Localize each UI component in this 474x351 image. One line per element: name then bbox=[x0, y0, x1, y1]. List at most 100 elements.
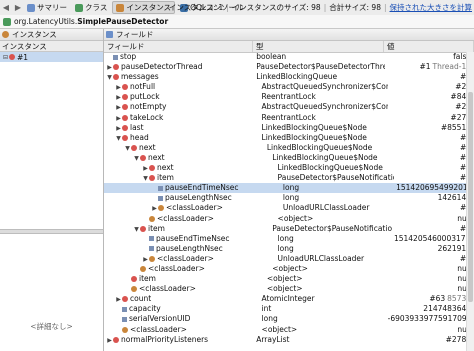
field-row[interactable]: ▶ takeLock ReentrantLock #274 bbox=[104, 113, 474, 123]
instance-size: インスタンスのサイズ: 98 bbox=[231, 3, 321, 12]
classloader-icon bbox=[158, 205, 164, 212]
object-field-icon bbox=[122, 114, 128, 121]
expand-icon[interactable]: ▶ bbox=[115, 83, 122, 92]
tab-instances[interactable]: インスタンス bbox=[112, 1, 176, 14]
field-type: LinkedBlockingQueue$Node bbox=[272, 152, 378, 162]
field-row[interactable]: ▶ last LinkedBlockingQueue$Node #85515 bbox=[104, 123, 474, 133]
field-name-cell: item bbox=[104, 274, 264, 284]
field-row[interactable]: ▶ notFull AbstractQueuedSynchronizer$Condi… bbox=[104, 82, 474, 92]
primitive-field-icon bbox=[113, 54, 118, 60]
field-type: long bbox=[261, 314, 278, 324]
field-name-cell: serialVersionUID bbox=[104, 314, 259, 324]
field-type: long bbox=[277, 233, 294, 243]
field-name: <classLoader> bbox=[157, 213, 214, 223]
tab-class[interactable]: クラス bbox=[72, 1, 110, 14]
field-row[interactable]: ▼ next LinkedBlockingQueue$Node #5 bbox=[104, 143, 474, 153]
field-row[interactable]: capacity int 2147483647 bbox=[104, 304, 474, 314]
expand-icon[interactable]: ▶ bbox=[151, 204, 158, 213]
scrollbar-thumb[interactable] bbox=[468, 92, 473, 302]
field-row[interactable]: ▼ messages LinkedBlockingQueue #6 bbox=[104, 72, 474, 82]
collapse-icon[interactable]: ▼ bbox=[133, 225, 140, 234]
back-button[interactable]: ◀ bbox=[0, 2, 12, 13]
field-row[interactable]: ▶ putLock ReentrantLock #842 bbox=[104, 92, 474, 102]
value-column-header[interactable]: 値 bbox=[384, 41, 474, 52]
field-row[interactable]: pauseEndTimeNsec long 15142069549920191 bbox=[104, 183, 474, 194]
field-name: pauseDetectorThread bbox=[121, 62, 203, 72]
field-name-cell: ▶ <classLoader> bbox=[104, 203, 280, 213]
field-row[interactable]: item <object> null bbox=[104, 274, 474, 284]
field-value-cell: 15142054600031701 bbox=[394, 234, 474, 244]
expand-icon[interactable]: ▶ bbox=[115, 124, 122, 133]
field-row[interactable]: <classLoader> <object> null bbox=[104, 325, 474, 335]
field-name: messages bbox=[121, 72, 159, 82]
field-column-header[interactable]: フィールド bbox=[104, 41, 253, 52]
collapse-icon[interactable]: ▼ bbox=[106, 73, 113, 82]
field-type: LinkedBlockingQueue$Node bbox=[266, 142, 373, 152]
instances-panel-title: インスタンス bbox=[12, 30, 57, 39]
object-field-icon bbox=[131, 276, 137, 283]
field-row[interactable]: ▶ notEmpty AbstractQueuedSynchronizer$Cond… bbox=[104, 102, 474, 112]
field-row[interactable]: stop boolean false bbox=[104, 52, 474, 62]
compute-retained-size-link[interactable]: 保持された大きさを計算 bbox=[390, 2, 473, 13]
expand-icon[interactable]: ▶ bbox=[115, 93, 122, 102]
instance-row[interactable]: ⊟ #1 bbox=[0, 52, 103, 62]
instances-column-header[interactable]: インスタンス bbox=[0, 41, 103, 52]
collapse-icon[interactable]: ▼ bbox=[133, 154, 140, 163]
expand-icon[interactable]: ▶ bbox=[142, 255, 149, 264]
field-row[interactable]: ▼ head LinkedBlockingQueue$Node #2 bbox=[104, 133, 474, 143]
object-field-icon bbox=[149, 165, 155, 172]
field-row[interactable]: pauseLengthNsec long 2621912 bbox=[104, 244, 474, 254]
field-name-cell: ▶ next bbox=[104, 163, 275, 173]
expand-icon[interactable]: ▶ bbox=[115, 103, 122, 112]
field-value: 2147483647 bbox=[423, 304, 472, 314]
field-row[interactable]: <classLoader> <object> null bbox=[104, 284, 474, 294]
collapse-icon[interactable]: ▼ bbox=[115, 134, 122, 143]
field-row[interactable]: ▶ <classLoader> UnloadURLClassLoader #1 bbox=[104, 203, 474, 213]
expand-icon[interactable]: ▶ bbox=[106, 336, 113, 345]
field-name: notEmpty bbox=[130, 102, 167, 112]
field-row[interactable]: ▼ item PauseDetector$PauseNotification#2 bbox=[104, 224, 474, 234]
expand-icon[interactable]: ⊟ bbox=[2, 54, 9, 61]
field-row[interactable]: ▶ <classLoader> UnloadURLClassLoader #1 bbox=[104, 254, 474, 264]
field-value-cell: #63 85731 bbox=[388, 294, 474, 304]
field-row[interactable]: ▼ item PauseDetector$PauseNotification#3 bbox=[104, 173, 474, 183]
tab-summary[interactable]: サマリー bbox=[24, 1, 70, 14]
type-column-header[interactable]: 型 bbox=[253, 41, 384, 52]
field-name: next bbox=[148, 152, 165, 162]
field-row[interactable]: pauseEndTimeNsec long 15142054600031701 bbox=[104, 234, 474, 244]
field-row[interactable]: <classLoader> <object> null bbox=[104, 214, 474, 224]
expand-icon[interactable]: ▶ bbox=[106, 63, 113, 72]
collapse-icon[interactable]: ▼ bbox=[124, 144, 131, 153]
field-row[interactable]: serialVersionUID long -6903933977591709... bbox=[104, 314, 474, 324]
no-details-label: <詳細なし> bbox=[30, 322, 73, 331]
field-name-cell: <classLoader> bbox=[104, 264, 269, 274]
field-row[interactable]: ▶ normalPriorityListeners ArrayList #2789 bbox=[104, 335, 474, 345]
field-row[interactable]: ▶ next LinkedBlockingQueue$Node #7 bbox=[104, 163, 474, 173]
field-name-cell: ▶ takeLock bbox=[104, 113, 259, 123]
field-value-cell: #24 bbox=[388, 82, 474, 92]
field-value-cell: #842 bbox=[388, 92, 474, 102]
field-row[interactable]: pauseLengthNsec long 1426149 bbox=[104, 193, 474, 203]
object-field-icon bbox=[122, 94, 128, 101]
expand-icon[interactable]: ▶ bbox=[115, 114, 122, 123]
field-name-cell: ▼ item bbox=[104, 224, 269, 234]
field-type: <object> bbox=[272, 263, 308, 273]
vertical-scrollbar[interactable] bbox=[466, 52, 474, 351]
field-row[interactable]: ▼ next LinkedBlockingQueue$Node #6 bbox=[104, 153, 474, 163]
field-name-cell: stop bbox=[104, 52, 253, 62]
field-name-cell: <classLoader> bbox=[104, 214, 275, 224]
tab-label: サマリー bbox=[37, 3, 67, 12]
field-row[interactable]: ▶ pauseDetectorThread PauseDetector$PauseD… bbox=[104, 62, 474, 72]
panel-splitter[interactable] bbox=[0, 229, 103, 234]
field-row[interactable]: ▶ count AtomicInteger #63 85731 bbox=[104, 294, 474, 304]
field-row[interactable]: <classLoader> <object> null bbox=[104, 264, 474, 274]
expand-icon[interactable]: ▶ bbox=[142, 164, 149, 173]
field-type: <object> bbox=[266, 274, 303, 284]
field-value: -6903933977591709... bbox=[387, 314, 474, 324]
fields-panel: フィールド フィールド 型 値 stop boolean false ▶ pauseDe… bbox=[104, 29, 474, 351]
field-type: long bbox=[277, 243, 294, 253]
expand-icon[interactable]: ▶ bbox=[115, 295, 122, 304]
field-value-cell: #1 bbox=[396, 203, 474, 213]
forward-button[interactable]: ▶ bbox=[12, 2, 24, 13]
collapse-icon[interactable]: ▼ bbox=[142, 174, 149, 183]
